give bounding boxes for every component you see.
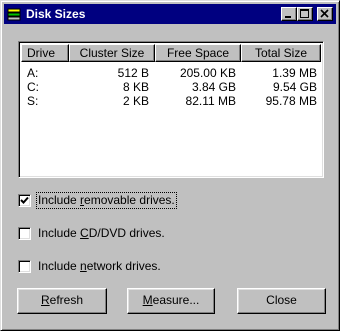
table-row[interactable]: S: 2 KB 82.11 MB 95.78 MB — [21, 94, 321, 108]
free-space-cell: 3.84 GB — [191, 80, 236, 94]
total-size-cell: 1.39 MB — [272, 66, 317, 80]
include-cd-dvd-label: Include CD/DVD drives. — [38, 226, 165, 240]
column-header-free-space[interactable]: Free Space — [155, 44, 241, 62]
window-title: Disk Sizes — [26, 7, 86, 21]
checkbox-box[interactable] — [18, 227, 31, 240]
column-header-cluster-size[interactable]: Cluster Size — [69, 44, 155, 62]
drive-cell: S: — [27, 94, 39, 108]
cluster-size-cell: 512 B — [117, 66, 149, 80]
title-bar[interactable]: Disk Sizes — [4, 4, 336, 24]
column-header-drive[interactable]: Drive — [21, 44, 69, 62]
table-row[interactable]: C: 8 KB 3.84 GB 9.54 GB — [21, 80, 321, 94]
refresh-button[interactable]: Refresh — [17, 288, 107, 314]
close-icon — [320, 9, 329, 18]
free-space-cell: 205.00 KB — [179, 66, 236, 80]
cluster-size-cell: 8 KB — [122, 80, 149, 94]
close-button[interactable]: Close — [237, 288, 326, 314]
measure-button[interactable]: Measure... — [127, 288, 215, 314]
cluster-size-cell: 2 KB — [122, 94, 149, 108]
minimize-icon — [285, 16, 291, 18]
include-removable-label: Include removable drives. — [36, 192, 177, 209]
drive-cell: C: — [27, 80, 39, 94]
total-size-cell: 9.54 GB — [272, 80, 317, 94]
close-window-button[interactable] — [317, 7, 333, 21]
checkmark-icon — [20, 196, 29, 204]
checkbox-box[interactable] — [18, 260, 31, 273]
maximize-icon — [300, 9, 309, 18]
checkbox-box[interactable] — [18, 194, 31, 207]
disk-sizes-window: Disk Sizes Drive Cluster Size Free Space… — [0, 0, 340, 331]
include-network-label: Include network drives. — [38, 259, 161, 273]
maximize-button[interactable] — [297, 7, 313, 21]
table-row[interactable]: A: 512 B 205.00 KB 1.39 MB — [21, 66, 321, 80]
free-space-cell: 82.11 MB — [185, 94, 236, 108]
drive-list[interactable]: Drive Cluster Size Free Space Total Size… — [18, 41, 324, 178]
disk-drive-icon — [7, 8, 21, 21]
drive-cell: A: — [27, 66, 39, 80]
minimize-button[interactable] — [281, 7, 297, 21]
total-size-cell: 95.78 MB — [265, 94, 317, 108]
column-header-total-size[interactable]: Total Size — [241, 44, 321, 62]
